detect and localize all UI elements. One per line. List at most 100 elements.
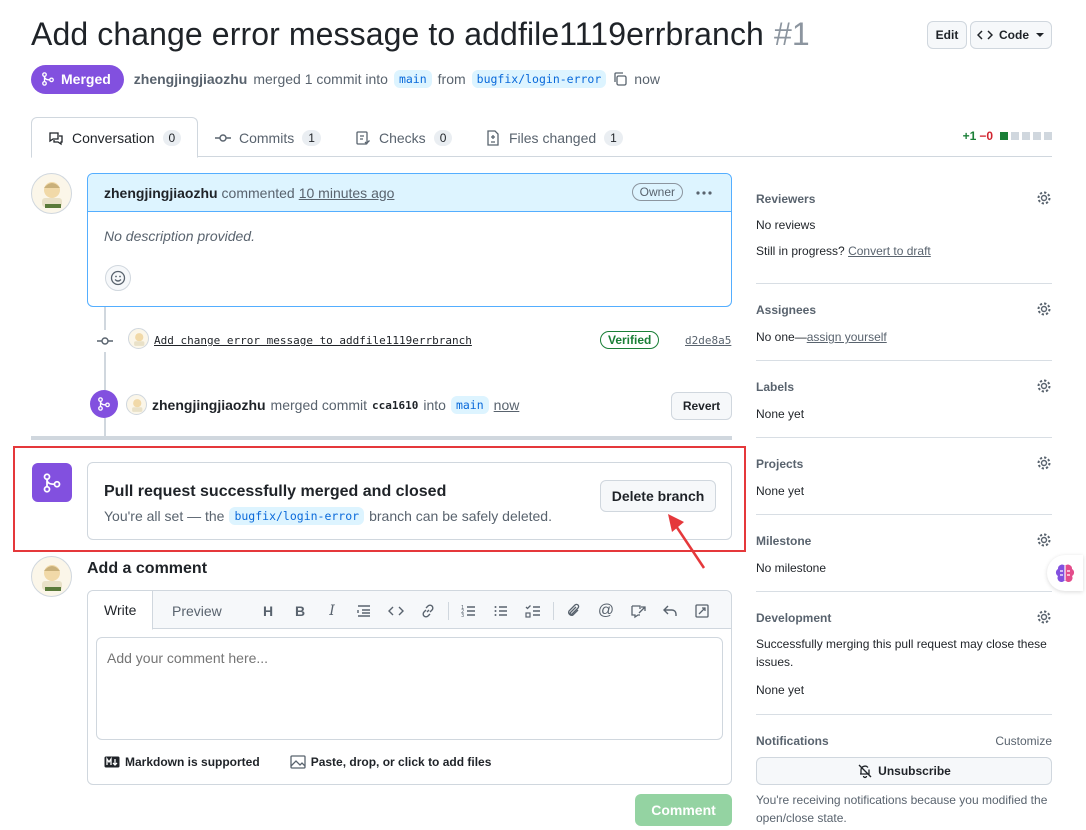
copy-icon[interactable] (612, 71, 628, 87)
notifications-heading: Notifications (756, 734, 829, 748)
fullscreen-edit-icon[interactable] (686, 601, 718, 621)
assignees-prefix: No one— (756, 330, 807, 344)
gear-icon[interactable] (1036, 190, 1052, 206)
unsubscribe-button[interactable]: Unsubscribe (756, 757, 1052, 785)
code-icon (977, 27, 993, 43)
diffstat: +1 −0 (963, 129, 1052, 143)
add-comment-heading: Add a comment (87, 560, 208, 577)
avatar[interactable] (31, 556, 72, 597)
merge-target-branch-tag[interactable]: main (450, 396, 489, 414)
markdown-note: Markdown is supported (125, 755, 260, 769)
comment-author-link[interactable]: zhengjingjiaozhu (104, 185, 218, 201)
avatar[interactable] (128, 328, 149, 349)
gear-icon[interactable] (1036, 455, 1052, 471)
merged-sub-suffix: branch can be safely deleted. (369, 508, 552, 524)
italic-icon[interactable]: I (316, 601, 348, 621)
ordered-list-icon[interactable]: 123 (453, 601, 485, 621)
attach-files-button[interactable]: Paste, drop, or click to add files (290, 755, 491, 769)
diff-additions: +1 (962, 129, 977, 143)
commit-sha-link[interactable]: d2de8a5 (685, 334, 731, 347)
assign-yourself-link[interactable]: assign yourself (807, 330, 887, 344)
convert-to-draft-link[interactable]: Convert to draft (848, 244, 931, 258)
tab-conversation[interactable]: Conversation 0 (31, 117, 198, 158)
commit-message-link[interactable]: Add change error message to addfile1119e… (154, 334, 472, 347)
unordered-list-icon[interactable] (485, 601, 517, 621)
head-branch-tag[interactable]: bugfix/login-error (471, 70, 607, 88)
annotation-arrow-icon (668, 514, 706, 569)
code-icon[interactable] (380, 601, 412, 621)
projects-heading: Projects (756, 457, 804, 471)
merged-subtitle: You're all set — the bugfix/login-error … (104, 507, 552, 525)
pr-meta: Merged zhengjingjiaozhu merged 1 commit … (31, 64, 660, 94)
diffstat-block (1000, 132, 1008, 140)
diffstat-block (1011, 132, 1019, 140)
comment-editor: Write Preview H B I 123 @ Markdown is su… (87, 590, 732, 785)
paperclip-icon[interactable] (558, 601, 590, 621)
verified-badge[interactable]: Verified (600, 331, 660, 349)
comment-textarea[interactable] (96, 637, 723, 740)
tab-conversation-count: 0 (162, 129, 182, 146)
add-reaction-button[interactable] (105, 265, 131, 291)
unsubscribe-label: Unsubscribe (878, 764, 951, 778)
bold-icon[interactable]: B (284, 601, 316, 621)
code-label: Code (999, 28, 1029, 42)
merge-time-link[interactable]: now (494, 397, 520, 413)
tab-commits-count: 1 (302, 129, 321, 146)
reply-icon[interactable] (654, 601, 686, 621)
progress-prefix: Still in progress? (756, 244, 845, 258)
base-branch-tag[interactable]: main (393, 70, 432, 88)
pr-description-comment: zhengjingjiaozhu commented 10 minutes ag… (87, 173, 732, 307)
tab-files-changed[interactable]: Files changed 1 (469, 117, 639, 158)
file-diff-icon (485, 129, 501, 146)
timeline-merge-event: zhengjingjiaozhu merged commit cca1610 i… (90, 390, 732, 420)
deletable-branch-tag[interactable]: bugfix/login-error (229, 507, 365, 525)
revert-button[interactable]: Revert (671, 392, 732, 420)
pr-title: Add change error message to addfile1119e… (31, 16, 810, 53)
owner-badge: Owner (631, 183, 683, 201)
pr-author-link[interactable]: zhengjingjiaozhu (134, 71, 248, 87)
tab-checks[interactable]: Checks 0 (339, 117, 468, 158)
copilot-brain-icon[interactable] (1047, 555, 1083, 591)
merge-author-link[interactable]: zhengjingjiaozhu (152, 397, 266, 413)
link-icon[interactable] (412, 601, 444, 621)
avatar[interactable] (31, 173, 72, 214)
markdown-supported-link[interactable]: Markdown is supported (104, 755, 260, 769)
tab-files-changed-label: Files changed (509, 129, 597, 146)
labels-heading: Labels (756, 380, 795, 394)
into-text: into (423, 397, 446, 413)
delete-branch-button[interactable]: Delete branch (600, 480, 716, 512)
code-dropdown-button[interactable]: Code (970, 21, 1052, 49)
heading-icon[interactable]: H (252, 601, 284, 621)
assignees-value: No one—assign yourself (756, 328, 887, 346)
customize-notifications-link[interactable]: Customize (995, 734, 1052, 748)
gear-icon[interactable] (1036, 378, 1052, 394)
sidebar-projects: Projects None yet (756, 438, 1052, 515)
gear-icon[interactable] (1036, 301, 1052, 317)
mention-icon[interactable]: @ (590, 601, 622, 621)
editor-toolbar: Write Preview H B I 123 @ (88, 591, 731, 630)
assignees-heading: Assignees (756, 303, 817, 317)
submit-comment-button[interactable]: Comment (635, 794, 732, 826)
git-commit-icon (94, 330, 116, 352)
bell-slash-icon (857, 763, 873, 779)
edit-label: Edit (935, 28, 959, 42)
projects-value: None yet (756, 484, 805, 498)
sidebar-reviewers: Reviewers No reviews Still in progress? … (756, 182, 1052, 284)
diffstat-block (1044, 132, 1052, 140)
task-list-icon[interactable] (517, 601, 549, 621)
tab-files-changed-count: 1 (604, 129, 623, 146)
sidebar-development: Development Successfully merging this pu… (756, 592, 1052, 715)
gear-icon[interactable] (1036, 532, 1052, 548)
merge-commit-sha-link[interactable]: cca1610 (372, 399, 418, 412)
reviewers-value: No reviews (756, 218, 816, 232)
preview-tab[interactable]: Preview (156, 591, 238, 630)
quote-icon[interactable] (348, 601, 380, 621)
cross-reference-icon[interactable] (622, 601, 654, 621)
edit-title-button[interactable]: Edit (927, 21, 967, 49)
avatar[interactable] (126, 394, 147, 415)
kebab-horizontal-icon[interactable] (695, 184, 713, 202)
gear-icon[interactable] (1036, 609, 1052, 625)
write-tab[interactable]: Write (88, 591, 154, 630)
comment-timestamp-link[interactable]: 10 minutes ago (299, 185, 395, 201)
tab-commits[interactable]: Commits 1 (199, 117, 337, 158)
